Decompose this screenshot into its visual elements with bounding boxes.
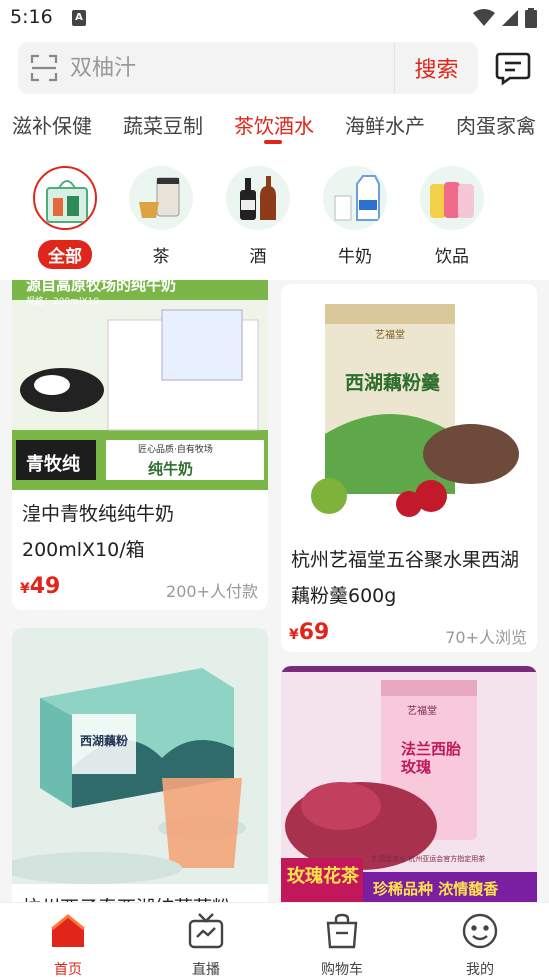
subcat-tea[interactable]: 茶 — [128, 166, 194, 269]
tab-live[interactable]: 直播 — [166, 911, 246, 977]
image-sub-text: 艺福堂茶业 杭州亚运会官方指定用茶 — [371, 855, 486, 863]
tab-profile[interactable]: 我的 — [440, 911, 520, 977]
subcat-drinks[interactable]: 饮品 — [419, 166, 485, 269]
product-price: ¥69 — [289, 620, 330, 645]
product-footer: ¥49 200+人付款 — [12, 568, 268, 608]
product-image: 西湖藕粉 — [12, 628, 268, 884]
status-bar: 5:16 A — [0, 0, 549, 38]
product-feed[interactable]: 源自高原牧场的纯牛奶 规格：200mlX10 青牧纯 匠心品质·自有牧场 纯牛奶… — [0, 280, 549, 902]
image-brand-text: 青牧纯 — [26, 454, 80, 475]
subcat-liquor-image — [226, 166, 290, 230]
sim-card-icon: A — [72, 10, 86, 26]
status-time: 5:16 — [10, 6, 53, 28]
image-brand-text: 艺福堂 — [375, 330, 405, 341]
image-brand-text: 艺福堂 — [407, 706, 437, 717]
search-bar: 搜索 — [18, 42, 478, 94]
product-card[interactable]: 法兰西胎玫瑰 艺福堂 玫瑰花茶 艺福堂茶业 杭州亚运会官方指定用茶 珍稀品种 浓… — [281, 666, 537, 902]
home-icon — [51, 914, 85, 947]
search-button[interactable]: 搜索 — [395, 42, 478, 94]
tab-home[interactable]: 首页 — [28, 911, 108, 977]
product-title: 湟中青牧纯纯牛奶200mlX10/箱 — [22, 503, 175, 561]
category-nav: 滋补保健 蔬菜豆制 茶饮酒水 海鲜水产 肉蛋家禽 — [0, 104, 549, 148]
category-tab-4[interactable]: 肉蛋家禽 — [456, 110, 536, 139]
image-banner-text: 源自高原牧场的纯牛奶 — [26, 280, 177, 294]
category-active-indicator — [264, 140, 282, 144]
tab-label: 购物车 — [321, 962, 363, 977]
subcat-all[interactable]: 全部 — [32, 166, 98, 269]
cart-icon — [326, 913, 358, 949]
signal-icon — [502, 10, 518, 26]
product-footer: ¥69 70+人浏览 — [281, 614, 537, 652]
product-title: 杭州西子春西湖纯藕藕粉 — [12, 884, 268, 902]
product-image: 源自高原牧场的纯牛奶 规格：200mlX10 青牧纯 匠心品质·自有牧场 纯牛奶 — [12, 280, 268, 490]
product-stat: 200+人付款 — [166, 582, 258, 601]
subcat-drinks-image — [420, 166, 484, 230]
tab-label: 我的 — [466, 962, 494, 977]
bottom-tab-bar: 首页 直播 购物车 我的 — [0, 902, 549, 977]
image-spec-text: 规格：200mlX10 — [26, 297, 100, 307]
product-image: 法兰西胎玫瑰 艺福堂 玫瑰花茶 艺福堂茶业 杭州亚运会官方指定用茶 珍稀品种 浓… — [281, 666, 537, 902]
product-card[interactable]: 源自高原牧场的纯牛奶 规格：200mlX10 青牧纯 匠心品质·自有牧场 纯牛奶… — [12, 280, 268, 610]
subcat-label: 酒 — [249, 247, 267, 267]
subcat-milk[interactable]: 牛奶 — [322, 166, 388, 269]
image-product-text: 纯牛奶 — [148, 460, 194, 478]
category-tab-1[interactable]: 蔬菜豆制 — [123, 110, 203, 139]
subcat-liquor[interactable]: 酒 — [225, 166, 291, 269]
search-input[interactable] — [70, 52, 370, 84]
tab-cart[interactable]: 购物车 — [302, 911, 382, 977]
subcat-label: 饮品 — [435, 247, 469, 267]
product-stat: 70+人浏览 — [445, 628, 527, 647]
subcat-label: 全部 — [38, 240, 92, 269]
subcategory-row: 全部 茶 酒 牛奶 饮品 — [0, 166, 549, 272]
live-tv-icon — [188, 913, 224, 949]
product-card[interactable]: 西湖藕粉 杭州西子春西湖纯藕藕粉 — [12, 628, 268, 902]
profile-icon — [462, 913, 498, 949]
image-slogan-text: 匠心品质·自有牧场 — [138, 445, 213, 455]
category-tab-0[interactable]: 滋补保健 — [12, 110, 92, 139]
wifi-icon — [473, 9, 495, 26]
category-tab-2[interactable]: 茶饮酒水 — [234, 110, 314, 139]
category-tab-3[interactable]: 海鲜水产 — [345, 110, 425, 139]
subcat-label: 牛奶 — [338, 247, 372, 267]
subcat-tea-image — [129, 166, 193, 230]
product-price: ¥49 — [20, 574, 61, 599]
status-icons — [473, 8, 537, 28]
image-can-label: 法兰西胎玫瑰 — [401, 740, 462, 776]
image-can-label: 西湖藕粉羹 — [345, 372, 441, 394]
product-card[interactable]: 西湖藕粉羹 艺福堂 杭州艺福堂五谷聚水果西湖藕粉羹600g ¥69 70+人浏览 — [281, 284, 537, 652]
image-tag-text: 玫瑰花茶 — [287, 866, 359, 887]
battery-icon — [525, 8, 537, 28]
product-title: 杭州艺福堂五谷聚水果西湖藕粉羹600g — [291, 549, 520, 607]
image-banner-text: 珍稀品种 浓情馥香 — [373, 880, 499, 898]
tab-label: 直播 — [192, 962, 220, 977]
subcat-milk-image — [323, 166, 387, 230]
message-icon[interactable] — [494, 50, 532, 86]
product-image: 西湖藕粉羹 艺福堂 — [281, 284, 537, 536]
image-box-label: 西湖藕粉 — [80, 734, 129, 748]
tab-label: 首页 — [54, 962, 82, 977]
subcat-all-image — [33, 166, 97, 230]
subcat-label: 茶 — [152, 247, 170, 267]
scan-icon[interactable] — [30, 54, 58, 82]
